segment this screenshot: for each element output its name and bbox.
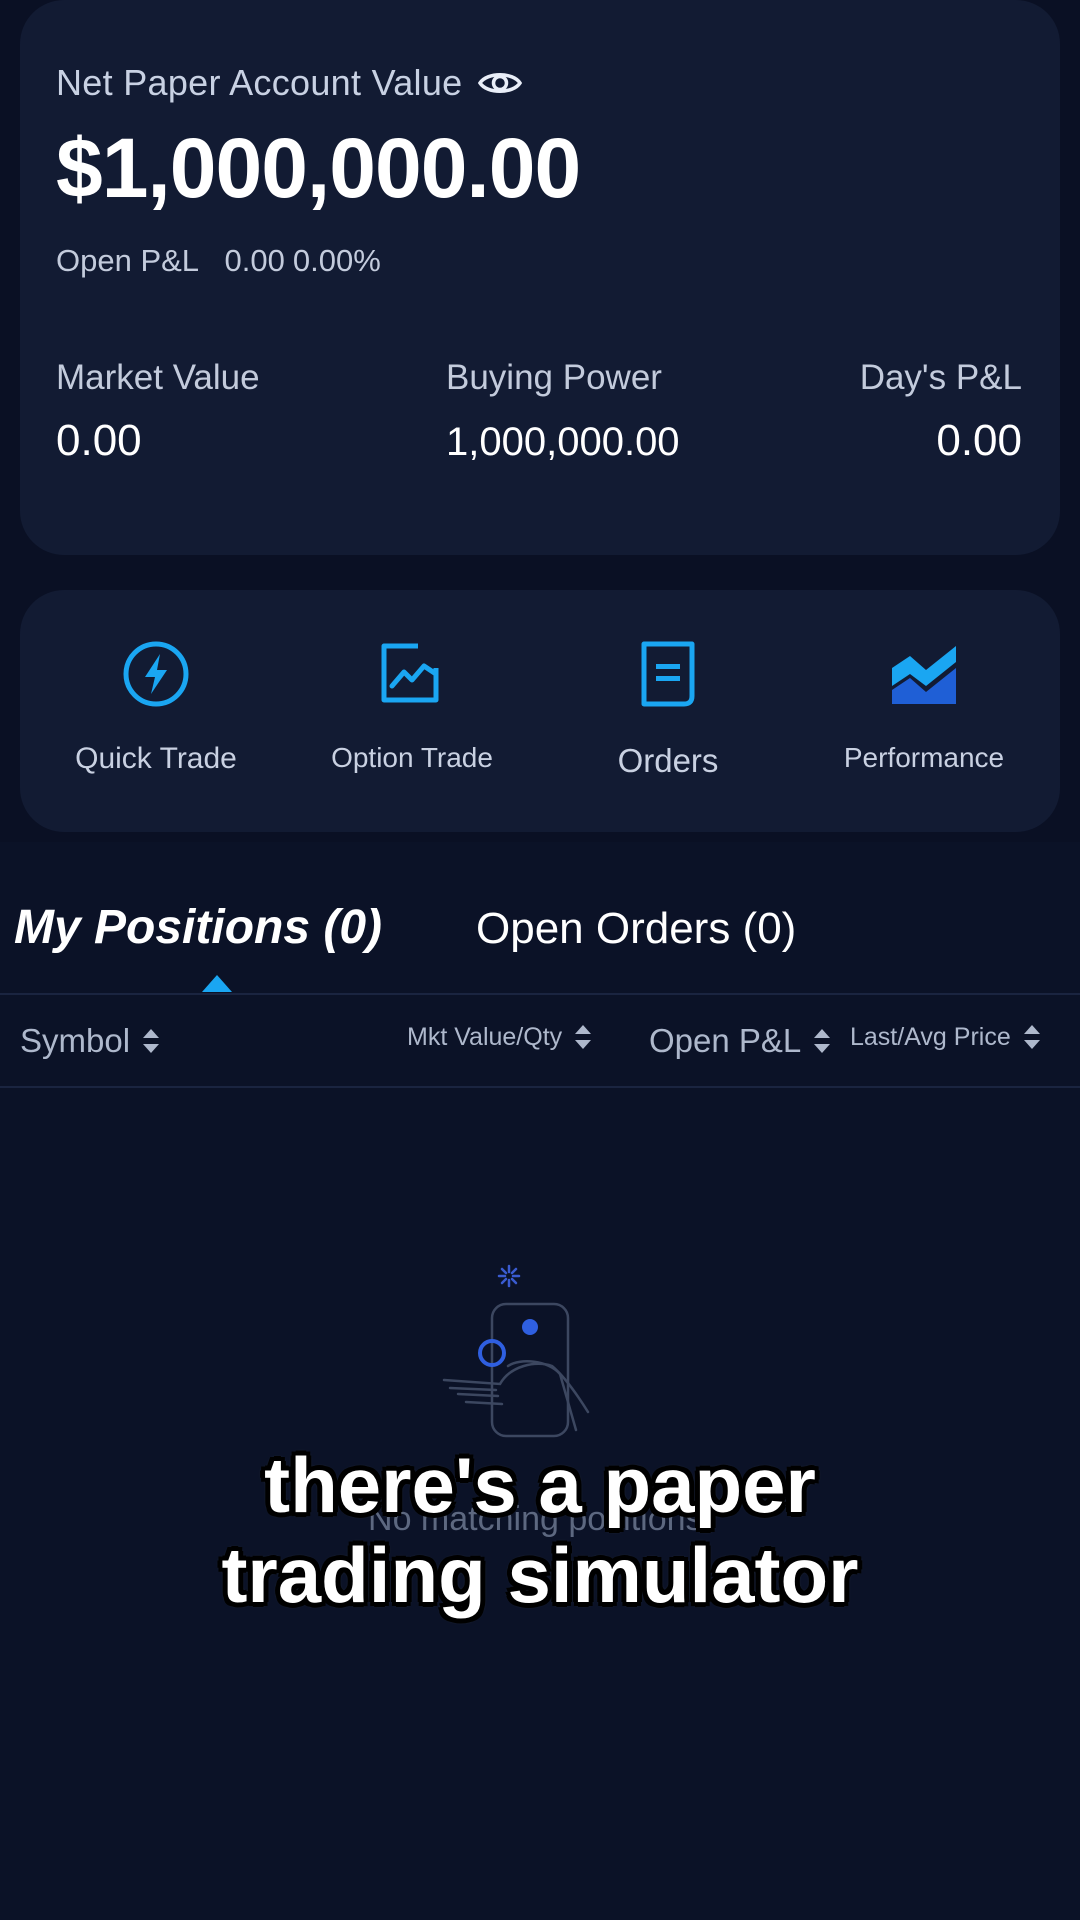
eye-icon[interactable]	[477, 68, 523, 98]
open-pnl-value: 0.00	[224, 243, 285, 278]
open-pnl-label: Open P&L	[56, 243, 198, 278]
sort-icon	[575, 1025, 592, 1049]
open-pnl-percent: 0.00%	[292, 243, 381, 278]
tabs-divider	[0, 993, 1080, 995]
days-pnl-label: Day's P&L	[859, 358, 1022, 397]
active-tab-indicator	[202, 975, 232, 992]
chart-window-icon	[381, 643, 439, 703]
column-mkt-value-qty[interactable]: Mkt Value/Qty	[407, 1022, 592, 1052]
quick-trade-button[interactable]: Quick Trade	[26, 638, 286, 776]
performance-label: Performance	[843, 742, 1005, 773]
column-symbol-label: Symbol	[20, 1022, 131, 1059]
video-caption: there's a paper trading simulator	[0, 1440, 1080, 1620]
account-value: $1,000,000.00	[56, 121, 581, 215]
header-divider	[0, 1086, 1080, 1088]
buying-power-metric: Buying Power 1,000,000.00	[446, 358, 680, 465]
caption-line-1: there's a paper	[264, 1441, 816, 1529]
tab-open-orders[interactable]: Open Orders (0)	[476, 904, 796, 954]
caption-line-2: trading simulator	[221, 1531, 859, 1619]
performance-button[interactable]: Performance	[794, 638, 1054, 774]
column-last-avg-label: Last/Avg Price	[850, 1022, 1011, 1051]
column-mkt-value-label: Mkt Value/Qty	[407, 1022, 563, 1051]
document-icon	[641, 641, 695, 707]
buying-power-value: 1,000,000.00	[446, 420, 680, 464]
sort-icon	[814, 1029, 831, 1053]
market-value-value: 0.00	[56, 416, 142, 465]
column-open-pnl-label: Open P&L	[649, 1022, 802, 1059]
lightning-icon	[123, 641, 189, 707]
sort-icon	[143, 1029, 160, 1053]
column-open-pnl[interactable]: Open P&L	[649, 1022, 831, 1060]
buying-power-label: Buying Power	[446, 358, 662, 397]
column-last-avg-price[interactable]: Last/Avg Price	[850, 1022, 1041, 1052]
market-value-metric: Market Value 0.00	[56, 358, 260, 466]
option-trade-label: Option Trade	[331, 742, 493, 773]
account-value-label-row: Net Paper Account Value	[56, 62, 523, 104]
tab-my-positions[interactable]: My Positions (0)	[14, 900, 382, 955]
sort-icon	[1023, 1025, 1040, 1049]
open-pnl-line: Open P&L 0.00 0.00%	[56, 243, 381, 279]
quick-trade-label: Quick Trade	[75, 742, 237, 775]
account-value-label: Net Paper Account Value	[56, 62, 463, 103]
market-value-label: Market Value	[56, 358, 260, 397]
orders-label: Orders	[617, 742, 719, 779]
orders-button[interactable]: Orders	[538, 638, 798, 780]
days-pnl-value: 0.00	[936, 416, 1022, 465]
column-symbol[interactable]: Symbol	[20, 1022, 160, 1060]
area-chart-icon	[892, 646, 956, 704]
empty-positions-illustration	[442, 1264, 590, 1438]
days-pnl-metric: Day's P&L 0.00	[860, 358, 1022, 466]
option-trade-button[interactable]: Option Trade	[282, 638, 542, 774]
